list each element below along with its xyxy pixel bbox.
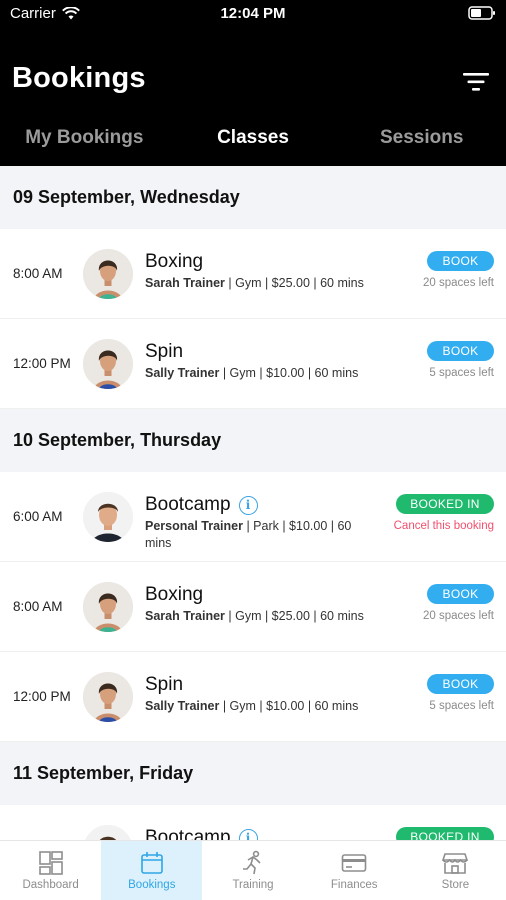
class-meta: Sally Trainer | Gym | $10.00 | 60 mins xyxy=(145,698,374,715)
class-name-row: Spin xyxy=(145,674,374,696)
class-meta: Personal Trainer | Park | $10.00 | 60 mi… xyxy=(145,518,374,552)
class-name: Boxing xyxy=(145,251,204,272)
spaces-left: 5 spaces left xyxy=(429,367,494,379)
class-action: BOOK 20 spaces left xyxy=(369,584,494,622)
class-row[interactable]: 12:00 PM Spin Sally Trainer | Gym | $10.00… xyxy=(0,652,506,742)
nav-label: Finances xyxy=(330,879,378,891)
info-icon[interactable]: i xyxy=(238,828,258,840)
spaces-left: 20 spaces left xyxy=(423,277,494,289)
tab-sessions[interactable]: Sessions xyxy=(337,118,506,158)
nav-label: Training xyxy=(232,879,274,891)
running-icon xyxy=(240,850,266,876)
class-name-row: Spin xyxy=(145,341,374,363)
store-icon xyxy=(442,850,469,876)
class-action: BOOKED IN Cancel this booking xyxy=(369,494,494,532)
class-name: Spin xyxy=(145,341,184,362)
class-info: Spin Sally Trainer | Gym | $10.00 | 60 mi… xyxy=(145,674,374,715)
avatar xyxy=(83,672,133,722)
trainer-name: Sarah Trainer xyxy=(145,609,225,623)
class-meta: Sarah Trainer | Gym | $25.00 | 60 mins xyxy=(145,275,374,292)
nav-training[interactable]: Training xyxy=(202,841,303,900)
class-details: | Gym | $25.00 | 60 mins xyxy=(224,609,364,623)
nav-store[interactable]: Store xyxy=(405,841,506,900)
class-info: Boxing Sarah Trainer | Gym | $25.00 | 60 … xyxy=(145,584,374,625)
class-list: 09 September, Wednesday 8:00 AM Boxing Sara… xyxy=(0,166,506,840)
day-header: 09 September, Wednesday xyxy=(0,166,506,229)
class-details: | Gym | $10.00 | 60 mins xyxy=(219,366,359,380)
card-icon xyxy=(341,850,367,876)
info-icon[interactable]: i xyxy=(238,495,258,515)
tab-classes[interactable]: Classes xyxy=(169,118,338,158)
class-row[interactable]: Bootcamp i BOOKED IN xyxy=(0,805,506,840)
book-button[interactable]: BOOK xyxy=(427,341,494,361)
page-title: Bookings xyxy=(12,62,146,94)
class-action: BOOK 20 spaces left xyxy=(369,251,494,289)
trainer-name: Sally Trainer xyxy=(145,366,220,380)
spaces-left: 20 spaces left xyxy=(423,610,494,622)
nav-label: Bookings xyxy=(128,879,176,891)
booked-in-button[interactable]: BOOKED IN xyxy=(396,827,494,840)
class-info: Spin Sally Trainer | Gym | $10.00 | 60 mi… xyxy=(145,341,374,382)
class-action: BOOK 5 spaces left xyxy=(369,674,494,712)
class-name-row: Boxing xyxy=(145,584,374,606)
trainer-name: Sally Trainer xyxy=(145,699,220,713)
class-row[interactable]: 8:00 AM Boxing Sarah Trainer | Gym | $25.0… xyxy=(0,229,506,319)
book-button[interactable]: BOOK xyxy=(427,674,494,694)
class-details: | Gym | $10.00 | 60 mins xyxy=(219,699,359,713)
app-header: Carrier 12:04 PM Bookings My Bookings Cla… xyxy=(0,0,506,166)
booked-in-button[interactable]: BOOKED IN xyxy=(396,494,494,514)
tab-bar: My Bookings Classes Sessions xyxy=(0,118,506,158)
class-action: BOOK 5 spaces left xyxy=(369,341,494,379)
class-meta: Sarah Trainer | Gym | $25.00 | 60 mins xyxy=(145,608,374,625)
book-button[interactable]: BOOK xyxy=(427,584,494,604)
cancel-booking-link[interactable]: Cancel this booking xyxy=(369,520,494,532)
class-info: Bootcamp i xyxy=(145,827,374,840)
avatar xyxy=(83,249,133,299)
avatar xyxy=(83,582,133,632)
class-meta: Sally Trainer | Gym | $10.00 | 60 mins xyxy=(145,365,374,382)
class-time: 12:00 PM xyxy=(13,689,71,704)
nav-bookings[interactable]: Bookings xyxy=(101,841,203,900)
filter-icon[interactable] xyxy=(462,70,490,94)
avatar xyxy=(83,339,133,389)
class-name: Bootcamp xyxy=(145,494,231,515)
nav-label: Dashboard xyxy=(22,879,79,891)
class-name-row: Bootcamp i xyxy=(145,827,374,840)
class-details: | Gym | $25.00 | 60 mins xyxy=(224,276,364,290)
class-row[interactable]: 12:00 PM Spin Sally Trainer | Gym | $10.00… xyxy=(0,319,506,409)
class-name: Spin xyxy=(145,674,184,695)
class-info: Boxing Sarah Trainer | Gym | $25.00 | 60 … xyxy=(145,251,374,292)
day-header: 10 September, Thursday xyxy=(0,409,506,472)
status-time: 12:04 PM xyxy=(220,5,286,22)
class-row[interactable]: 6:00 AM Bootcamp i Personal Trainer | Park … xyxy=(0,472,506,562)
spaces-left: 5 spaces left xyxy=(429,700,494,712)
status-bar: Carrier 12:04 PM xyxy=(0,0,506,30)
nav-dashboard[interactable]: Dashboard xyxy=(0,841,101,900)
calendar-icon xyxy=(139,850,165,876)
class-action: BOOKED IN xyxy=(369,827,494,840)
book-button[interactable]: BOOK xyxy=(427,251,494,271)
class-row[interactable]: 8:00 AM Boxing Sarah Trainer | Gym | $25.0… xyxy=(0,562,506,652)
day-header: 11 September, Friday xyxy=(0,742,506,805)
class-name-row: Boxing xyxy=(145,251,374,273)
class-time: 6:00 AM xyxy=(13,509,63,524)
bottom-nav: Dashboard Bookings Training Finances Store xyxy=(0,840,506,900)
class-name: Bootcamp xyxy=(145,827,231,840)
trainer-name: Sarah Trainer xyxy=(145,276,225,290)
dashboard-icon xyxy=(38,850,64,876)
class-time: 8:00 AM xyxy=(13,266,63,281)
class-info: Bootcamp i Personal Trainer | Park | $10.0… xyxy=(145,494,374,552)
nav-finances[interactable]: Finances xyxy=(304,841,405,900)
battery-icon xyxy=(468,6,495,20)
class-name: Boxing xyxy=(145,584,204,605)
trainer-name: Personal Trainer xyxy=(145,519,243,533)
class-time: 12:00 PM xyxy=(13,356,71,371)
avatar xyxy=(83,492,133,542)
class-time: 8:00 AM xyxy=(13,599,63,614)
nav-label: Store xyxy=(441,879,470,891)
avatar xyxy=(83,825,133,840)
class-name-row: Bootcamp i xyxy=(145,494,374,516)
tab-my-bookings[interactable]: My Bookings xyxy=(0,118,169,158)
